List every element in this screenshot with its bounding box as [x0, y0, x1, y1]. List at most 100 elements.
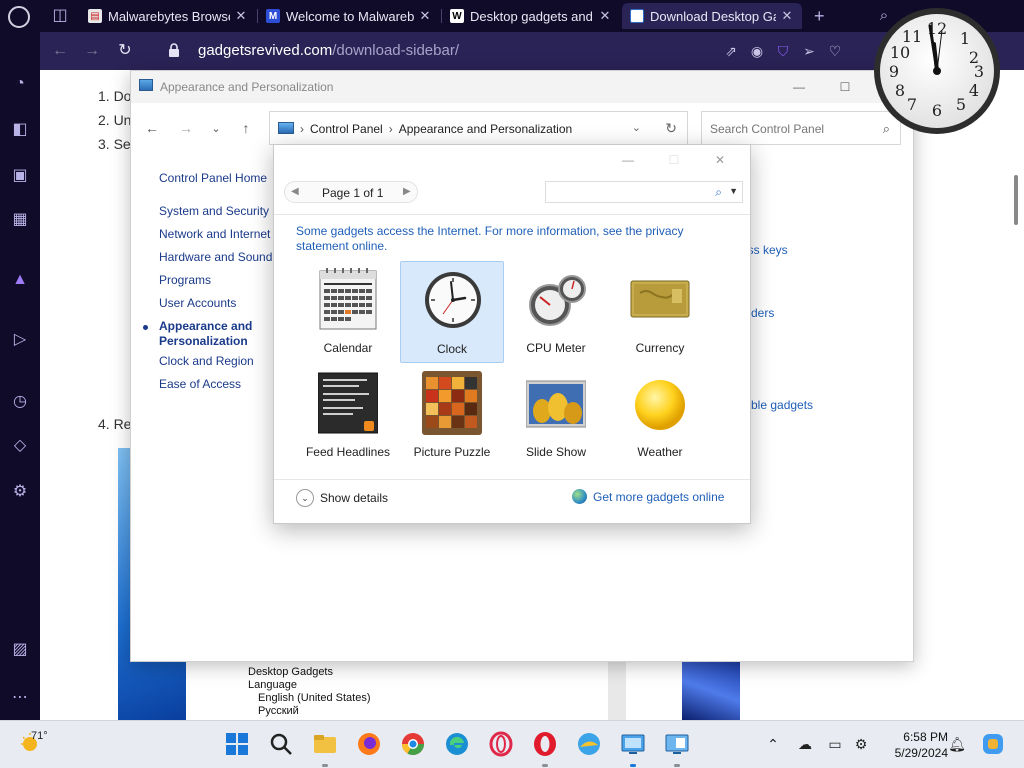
page-scrollbar[interactable] — [1010, 70, 1024, 720]
control-panel-taskbar-icon[interactable] — [620, 731, 646, 757]
chrome-icon[interactable] — [400, 731, 426, 757]
search-icon[interactable] — [268, 731, 294, 757]
more-icon[interactable]: ⋯ — [10, 688, 30, 708]
url-field[interactable]: gadgetsrevived.com/download-sidebar/ — [198, 42, 459, 59]
notification-bell-icon[interactable]: 🔔︎ — [948, 735, 966, 753]
gadget-picture-puzzle[interactable]: Picture Puzzle — [400, 365, 504, 467]
edge-icon[interactable] — [444, 731, 470, 757]
privacy-notice-link[interactable]: Some gadgets access the Internet. For mo… — [296, 224, 726, 254]
display-icon[interactable]: ▭ — [826, 735, 844, 753]
gadget-currency[interactable]: Currency — [608, 261, 712, 363]
share-icon[interactable]: ⇗ — [722, 42, 740, 60]
nav-link-clock-region[interactable]: Clock and Region — [159, 354, 254, 368]
gadget-weather[interactable]: Weather — [608, 365, 712, 467]
previous-page-icon[interactable]: ◀ — [291, 186, 299, 197]
browser-logo-icon[interactable] — [8, 6, 30, 28]
workspaces-icon[interactable]: ◫ — [50, 6, 70, 26]
maximize-icon[interactable]: ☐ — [837, 79, 853, 95]
shopping-bag-icon[interactable]: ◧ — [10, 120, 30, 140]
show-hidden-icons-icon[interactable]: ⌃ — [764, 735, 782, 753]
opera-gx-icon[interactable] — [488, 731, 514, 757]
tab-close-icon[interactable]: ✕ — [780, 8, 794, 24]
dropdown-arrow-icon[interactable]: ▼ — [729, 186, 738, 196]
minimize-icon[interactable]: — — [620, 152, 636, 168]
clock-area[interactable]: 6:58 PM 5/29/2024 — [878, 729, 948, 761]
gadgets-taskbar-icon[interactable] — [664, 731, 690, 757]
get-more-gadgets-link[interactable]: Get more gadgets online — [572, 489, 724, 504]
tab-close-icon[interactable]: ✕ — [418, 8, 432, 24]
heart-icon[interactable]: ♡ — [826, 42, 844, 60]
tab-welcome-malwarebytes[interactable]: M Welcome to Malwareby ✕ — [258, 3, 440, 29]
nav-link-ease-of-access[interactable]: Ease of Access — [159, 377, 241, 391]
gallery-icon[interactable]: ▨ — [10, 640, 30, 660]
desktop-clock-gadget[interactable]: 12 1 2 3 4 5 6 7 8 9 10 11 — [872, 6, 1002, 136]
refresh-icon[interactable]: ↻ — [665, 120, 677, 137]
tab-desktop-gadgets[interactable]: W Desktop gadgets and s ✕ — [442, 3, 620, 29]
chevron-down-icon[interactable]: ⌄ — [632, 121, 641, 134]
forward-icon[interactable]: → — [82, 41, 102, 61]
show-details-button[interactable]: ⌄ Show details — [296, 489, 388, 507]
box-icon[interactable]: ◇ — [10, 436, 30, 456]
task-link-gadgets[interactable]: ble gadgets — [751, 398, 813, 412]
task-link-folders[interactable]: ders — [751, 306, 774, 320]
send-icon[interactable]: ➢ — [800, 42, 818, 60]
gadget-slide-show[interactable]: Slide Show — [504, 365, 608, 467]
gadget-calendar[interactable]: Calendar — [296, 261, 400, 363]
browser-app-icon[interactable] — [576, 731, 602, 757]
firefox-icon[interactable] — [356, 731, 382, 757]
tab-malwarebytes-browser[interactable]: ▤ Malwarebytes Browser G ✕ — [80, 3, 256, 29]
gadget-feed-headlines[interactable]: Feed Headlines — [296, 365, 400, 467]
recent-chevron-down-icon[interactable]: ⌄ — [207, 122, 225, 135]
nav-link-system-security[interactable]: System and Security — [159, 204, 269, 218]
onedrive-icon[interactable]: ☁ — [796, 735, 814, 753]
tab-download-desktop-gadgets[interactable]: Download Desktop Gad ✕ — [622, 3, 802, 29]
player-icon[interactable]: ▷ — [10, 330, 30, 350]
aria-icon[interactable]: ▲ — [10, 270, 30, 290]
nav-link-control-panel-home[interactable]: Control Panel Home — [159, 171, 267, 185]
gadget-clock[interactable]: Clock — [400, 261, 504, 363]
history-icon[interactable]: ◷ — [10, 392, 30, 412]
breadcrumb-item[interactable]: Appearance and Personalization — [399, 122, 572, 136]
opera-icon[interactable] — [532, 731, 558, 757]
minimize-icon[interactable]: — — [791, 79, 807, 95]
snapshot-icon[interactable]: ◉ — [748, 42, 766, 60]
back-icon[interactable]: ← — [50, 41, 70, 61]
close-icon[interactable]: ✕ — [712, 152, 728, 168]
maximize-icon[interactable]: ☐ — [666, 152, 682, 168]
browser-sidebar: ◔ ◧ ▣ ▦ ▲ ▷ ◷ ◇ ⚙ ▨ ⋯ — [0, 32, 40, 720]
reload-icon[interactable]: ↻ — [115, 41, 135, 61]
control-panel-search-input[interactable]: Search Control Panel ⌕ — [701, 111, 901, 145]
control-panel-icon — [139, 79, 153, 91]
extension-icon[interactable]: ▦ — [10, 210, 30, 230]
search-icon[interactable]: ⌕ — [715, 185, 722, 200]
speed-dial-icon[interactable]: ◔ — [10, 74, 30, 94]
nav-link-programs[interactable]: Programs — [159, 273, 211, 287]
file-explorer-icon[interactable] — [312, 731, 338, 757]
lock-icon — [169, 43, 179, 57]
breadcrumb[interactable]: › Control Panel › Appearance and Personaliz… — [269, 111, 688, 145]
network-icon[interactable]: ⚙ — [852, 735, 870, 753]
new-tab-button[interactable]: + — [806, 3, 830, 29]
scrollbar-thumb[interactable] — [1014, 175, 1018, 225]
start-windows-icon[interactable] — [224, 731, 250, 757]
copilot-icon[interactable] — [980, 731, 1006, 757]
nav-link-network-internet[interactable]: Network and Internet — [159, 227, 270, 241]
back-icon[interactable]: ← — [143, 120, 161, 136]
settings-icon[interactable]: ⚙ — [10, 482, 30, 502]
tab-close-icon[interactable]: ✕ — [234, 8, 248, 24]
next-page-icon[interactable]: ▶ — [403, 186, 411, 197]
nav-link-user-accounts[interactable]: User Accounts — [159, 296, 236, 310]
tab-close-icon[interactable]: ✕ — [598, 8, 612, 24]
shield-icon[interactable]: ⛉ — [774, 42, 792, 60]
nav-link-appearance-personalization[interactable]: Appearance and Personalization — [159, 319, 269, 349]
nav-link-hardware-sound[interactable]: Hardware and Sound — [159, 250, 272, 264]
svg-text:1: 1 — [960, 29, 970, 48]
control-panel-icon — [278, 122, 294, 134]
gadget-cpu-meter[interactable]: CPU Meter — [504, 261, 608, 363]
twitch-icon[interactable]: ▣ — [10, 166, 30, 186]
up-icon[interactable]: ↑ — [237, 120, 255, 136]
gadget-search-input[interactable]: ⌕ ▼ — [545, 181, 743, 203]
breadcrumb-item[interactable]: Control Panel — [310, 122, 383, 136]
tree-item: Русский — [258, 705, 299, 717]
forward-icon[interactable]: → — [177, 120, 195, 136]
